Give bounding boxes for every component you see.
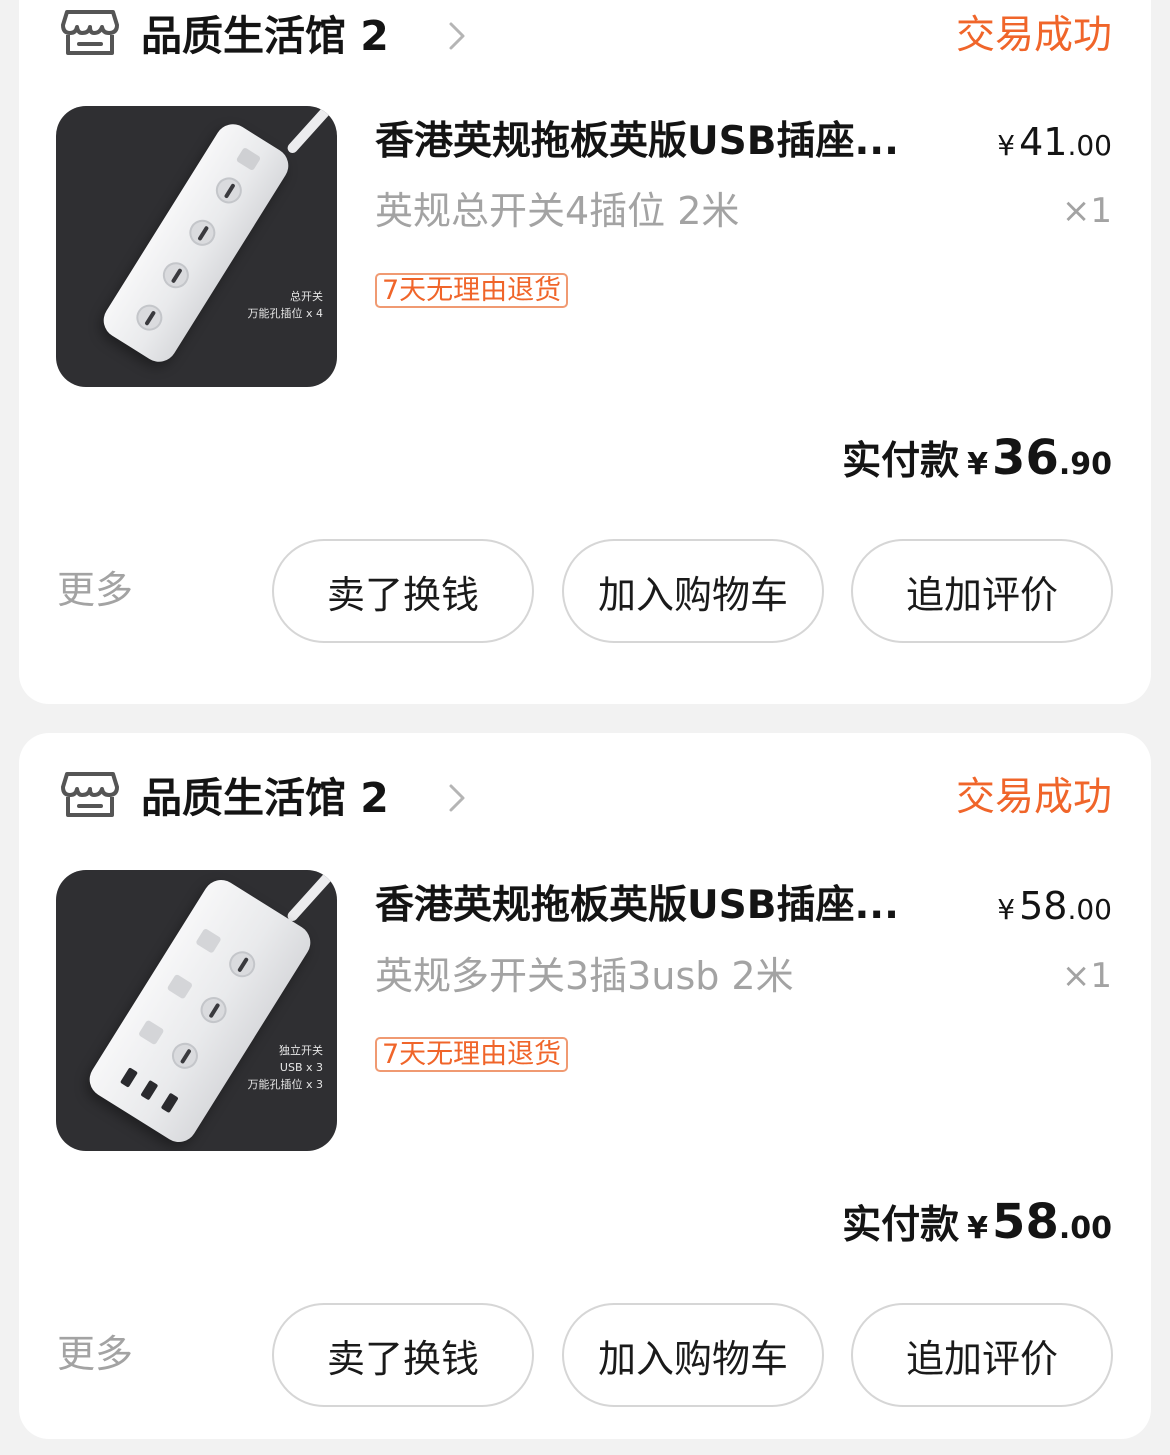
product-spec: 英规多开关3插3usb 2米 [375,954,794,998]
image-caption: 总开关 万能孔插位 x 4 [247,290,323,320]
product-spec: 英规总开关4插位 2米 [375,189,740,233]
product-price: ¥41.00 [997,120,1112,164]
add-review-button[interactable]: 追加评价 [851,1303,1113,1407]
power-cord [285,870,337,924]
power-cord [285,106,337,156]
order-card[interactable]: 品质生活馆 2 交易成功 独立开关 USB x 3 万能孔插位 x 3 香港英规… [19,733,1151,1439]
product-quantity: ×1 [1061,956,1112,996]
store-icon[interactable] [61,8,119,58]
product-image[interactable]: 独立开关 USB x 3 万能孔插位 x 3 [56,870,337,1151]
return-policy-tag: 7天无理由退货 [375,273,569,308]
add-to-cart-button[interactable]: 加入购物车 [562,1303,824,1407]
power-strip-illustration [82,873,318,1149]
chevron-right-icon[interactable] [446,19,468,53]
more-button[interactable]: 更多 [57,565,133,615]
product-title[interactable]: 香港英规拖板英版USB插座... [375,116,975,168]
product-title[interactable]: 香港英规拖板英版USB插座... [375,880,975,932]
store-name[interactable]: 品质生活馆 2 [141,10,389,62]
store-icon[interactable] [61,770,119,820]
order-status: 交易成功 [955,13,1112,58]
paid-amount: 实付款 ¥36.90 [842,430,1112,486]
order-status: 交易成功 [955,775,1112,820]
image-caption: 独立开关 USB x 3 万能孔插位 x 3 [247,1044,323,1091]
chevron-right-icon[interactable] [446,781,468,815]
add-to-cart-button[interactable]: 加入购物车 [562,539,824,643]
return-policy-tag: 7天无理由退货 [375,1037,569,1072]
product-quantity: ×1 [1061,191,1112,231]
paid-amount: 实付款 ¥58.00 [842,1194,1112,1250]
add-review-button[interactable]: 追加评价 [851,539,1113,643]
product-image[interactable]: 总开关 万能孔插位 x 4 [56,106,337,387]
power-strip-illustration [96,117,296,369]
store-name[interactable]: 品质生活馆 2 [141,772,389,824]
sell-button[interactable]: 卖了换钱 [272,539,534,643]
order-card[interactable]: 品质生活馆 2 交易成功 总开关 万能孔插位 x 4 香港英规拖板英版USB插座… [19,0,1151,704]
more-button[interactable]: 更多 [57,1329,133,1379]
product-price: ¥58.00 [997,884,1112,928]
sell-button[interactable]: 卖了换钱 [272,1303,534,1407]
